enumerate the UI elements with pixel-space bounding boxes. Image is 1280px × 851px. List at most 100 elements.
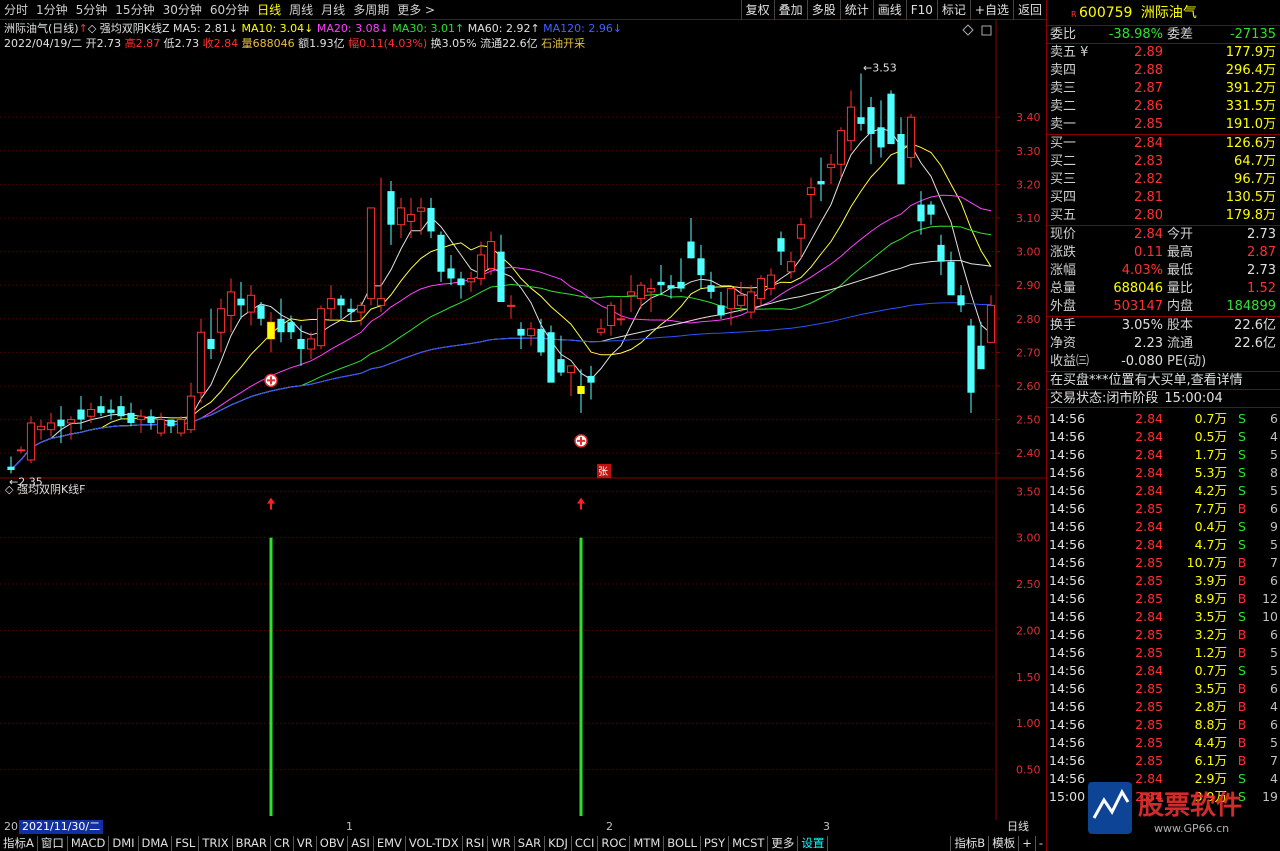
buy-row-0[interactable]: 买一 2.84 126.6万 bbox=[1047, 135, 1280, 153]
period-tab-2[interactable]: 5分钟 bbox=[72, 0, 112, 20]
indicator-right-tab-3[interactable]: - bbox=[1034, 836, 1046, 851]
candle-81 bbox=[817, 157, 825, 202]
buy-row-4[interactable]: 买五 2.80 179.8万 bbox=[1047, 207, 1280, 225]
candle-95 bbox=[957, 285, 965, 313]
sell-row-3[interactable]: 卖二 2.86 331.5万 bbox=[1047, 98, 1280, 116]
tick-count-14: 5 bbox=[1270, 663, 1278, 678]
indicator-tab-15[interactable]: WR bbox=[488, 836, 515, 851]
candle-2 bbox=[26, 416, 36, 464]
tick-volume-18: 4.4万 bbox=[1194, 735, 1227, 750]
tick-volume-15: 3.5万 bbox=[1194, 681, 1227, 696]
sell-row-2[interactable]: 卖三 2.87 391.2万 bbox=[1047, 80, 1280, 98]
indicator-tab-25[interactable]: 设置 bbox=[798, 836, 829, 851]
stats2-value-d-0: 22.6亿 bbox=[1234, 318, 1276, 333]
candle-96 bbox=[967, 318, 975, 413]
candle-20 bbox=[207, 308, 215, 360]
buy-row-1[interactable]: 买二 2.83 64.7万 bbox=[1047, 153, 1280, 171]
candle-22 bbox=[226, 278, 236, 333]
stock-name[interactable]: 洲际油气 bbox=[1141, 5, 1197, 21]
candle-78 bbox=[786, 251, 796, 279]
period-tab-0[interactable]: 分时 bbox=[0, 0, 32, 20]
indicator-tab-6[interactable]: TRIX bbox=[199, 836, 233, 851]
indicator-tab-4[interactable]: DMA bbox=[139, 836, 173, 851]
indicator-tab-3[interactable]: DMI bbox=[109, 836, 139, 851]
stats1-label-c-1: 最高 bbox=[1167, 245, 1194, 260]
candle-body-80 bbox=[806, 187, 816, 195]
indicator-tab-14[interactable]: RSI bbox=[463, 836, 489, 851]
indicator-tab-12[interactable]: EMV bbox=[374, 836, 406, 851]
candle-body-62 bbox=[626, 291, 636, 296]
indicator-tab-7[interactable]: BRAR bbox=[233, 836, 271, 851]
toolbar-button-4[interactable]: 画线 bbox=[872, 0, 906, 20]
indicator-tab-17[interactable]: KDJ bbox=[545, 836, 572, 851]
chart-area[interactable]: ◇ 强均双阴K线F 2.40 2.50 2.60 2.70 2.80 2.90 3.00 3.1… bbox=[0, 20, 1046, 820]
period-tab-4[interactable]: 30分钟 bbox=[159, 0, 206, 20]
tick-count-10: 12 bbox=[1262, 591, 1278, 606]
toolbar-button-0[interactable]: 复权 bbox=[740, 0, 774, 20]
candle-58 bbox=[587, 365, 595, 400]
toolbar-button-7[interactable]: +自选 bbox=[969, 0, 1013, 20]
sell-row-1[interactable]: 卖四 2.88 296.4万 bbox=[1047, 62, 1280, 80]
main-ytick-5: 2.90 bbox=[1016, 279, 1041, 292]
candle-body-54 bbox=[547, 332, 555, 383]
buy-row-2[interactable]: 买三 2.82 96.7万 bbox=[1047, 171, 1280, 189]
indicator-tab-18[interactable]: CCI bbox=[572, 836, 599, 851]
indicator-tab-1[interactable]: 窗口 bbox=[38, 836, 68, 851]
indicator-tab-9[interactable]: VR bbox=[294, 836, 317, 851]
candle-80 bbox=[806, 177, 816, 218]
indicator-tab-13[interactable]: VOL-TDX bbox=[406, 836, 463, 851]
indicator-tab-23[interactable]: MCST bbox=[729, 836, 769, 851]
stats2-value-d-1: 22.6亿 bbox=[1234, 336, 1276, 351]
candle-65 bbox=[657, 265, 665, 296]
candle-body-16 bbox=[167, 419, 175, 427]
period-tab-9[interactable]: 多周期 bbox=[349, 0, 393, 20]
big-order-notice[interactable]: 在买盘***位置有大买单,查看详情 bbox=[1047, 372, 1280, 390]
sell-volume-1: 296.4万 bbox=[1225, 63, 1276, 78]
candle-body-55 bbox=[557, 359, 565, 373]
sell-row-4[interactable]: 卖一 2.85 191.0万 bbox=[1047, 116, 1280, 134]
period-tab-6[interactable]: 日线 bbox=[253, 0, 285, 20]
toolbar-button-2[interactable]: 多股 bbox=[806, 0, 840, 20]
candle-37 bbox=[376, 177, 386, 313]
candle-body-31 bbox=[316, 308, 326, 347]
trade-state-row: 交易状态: 闭市阶段 15:00:04 bbox=[1047, 390, 1280, 408]
toolbar-button-1[interactable]: 叠加 bbox=[773, 0, 807, 20]
period-tab-5[interactable]: 60分钟 bbox=[206, 0, 253, 20]
indicator-tab-2[interactable]: MACD bbox=[68, 836, 110, 851]
indicator-right-tab-0[interactable]: 指标B bbox=[950, 836, 988, 851]
sell-row-0[interactable]: 卖五 ¥ 2.89 177.9万 bbox=[1047, 44, 1280, 62]
main-ytick-1: 2.50 bbox=[1016, 414, 1041, 427]
tick-list[interactable]: 14:56 2.84 0.7万 S 6 14:56 2.84 0.5万 S 4 14:56 2.84 1… bbox=[1047, 408, 1280, 806]
indicator-tab-11[interactable]: ASI bbox=[348, 836, 374, 851]
stats2-row-2: 收益㈢ -0.080 PE(动) bbox=[1047, 353, 1280, 371]
toolbar-button-5[interactable]: F10 bbox=[905, 0, 937, 20]
indicator-tab-5[interactable]: FSL bbox=[172, 836, 200, 851]
period-tab-8[interactable]: 月线 bbox=[317, 0, 349, 20]
indicator-tab-8[interactable]: CR bbox=[271, 836, 294, 851]
period-tab-3[interactable]: 15分钟 bbox=[111, 0, 158, 20]
period-tab-1[interactable]: 1分钟 bbox=[32, 0, 72, 20]
toolbar-button-6[interactable]: 标记 bbox=[936, 0, 970, 20]
indicator-tab-24[interactable]: 更多 bbox=[768, 836, 799, 851]
indicator-tab-20[interactable]: MTM bbox=[630, 836, 665, 851]
candle-body-17 bbox=[176, 419, 186, 434]
indicator-right-tab-1[interactable]: 模板 bbox=[988, 836, 1018, 851]
buy-row-3[interactable]: 买四 2.81 130.5万 bbox=[1047, 189, 1280, 207]
tick-time-15: 14:56 bbox=[1049, 681, 1086, 696]
indicator-tab-21[interactable]: BOLL bbox=[664, 836, 701, 851]
indicator-tab-22[interactable]: PSY bbox=[701, 836, 730, 851]
indicator-right-tab-2[interactable]: + bbox=[1018, 836, 1035, 851]
signal-arrow-1 bbox=[577, 497, 585, 510]
indicator-tab-19[interactable]: ROC bbox=[598, 836, 631, 851]
toolbar-button-8[interactable]: 返回 bbox=[1012, 0, 1046, 20]
period-tab-10[interactable]: 更多 > bbox=[393, 0, 439, 20]
stock-code[interactable]: 600759 bbox=[1079, 5, 1132, 21]
toolbar-button-3[interactable]: 统计 bbox=[839, 0, 873, 20]
indicator-tab-0[interactable]: 指标A bbox=[0, 836, 38, 851]
indicator-tab-10[interactable]: OBV bbox=[317, 836, 349, 851]
stats2-row-1: 净资 2.23 流通 22.6亿 bbox=[1047, 335, 1280, 353]
indicator-tab-16[interactable]: SAR bbox=[515, 836, 546, 851]
period-tab-7[interactable]: 周线 bbox=[285, 0, 317, 20]
candle-body-86 bbox=[867, 107, 875, 134]
kline-chart-svg[interactable]: ◇ 强均双阴K线F2.402.502.602.702.802.903.003.1… bbox=[0, 20, 1046, 820]
